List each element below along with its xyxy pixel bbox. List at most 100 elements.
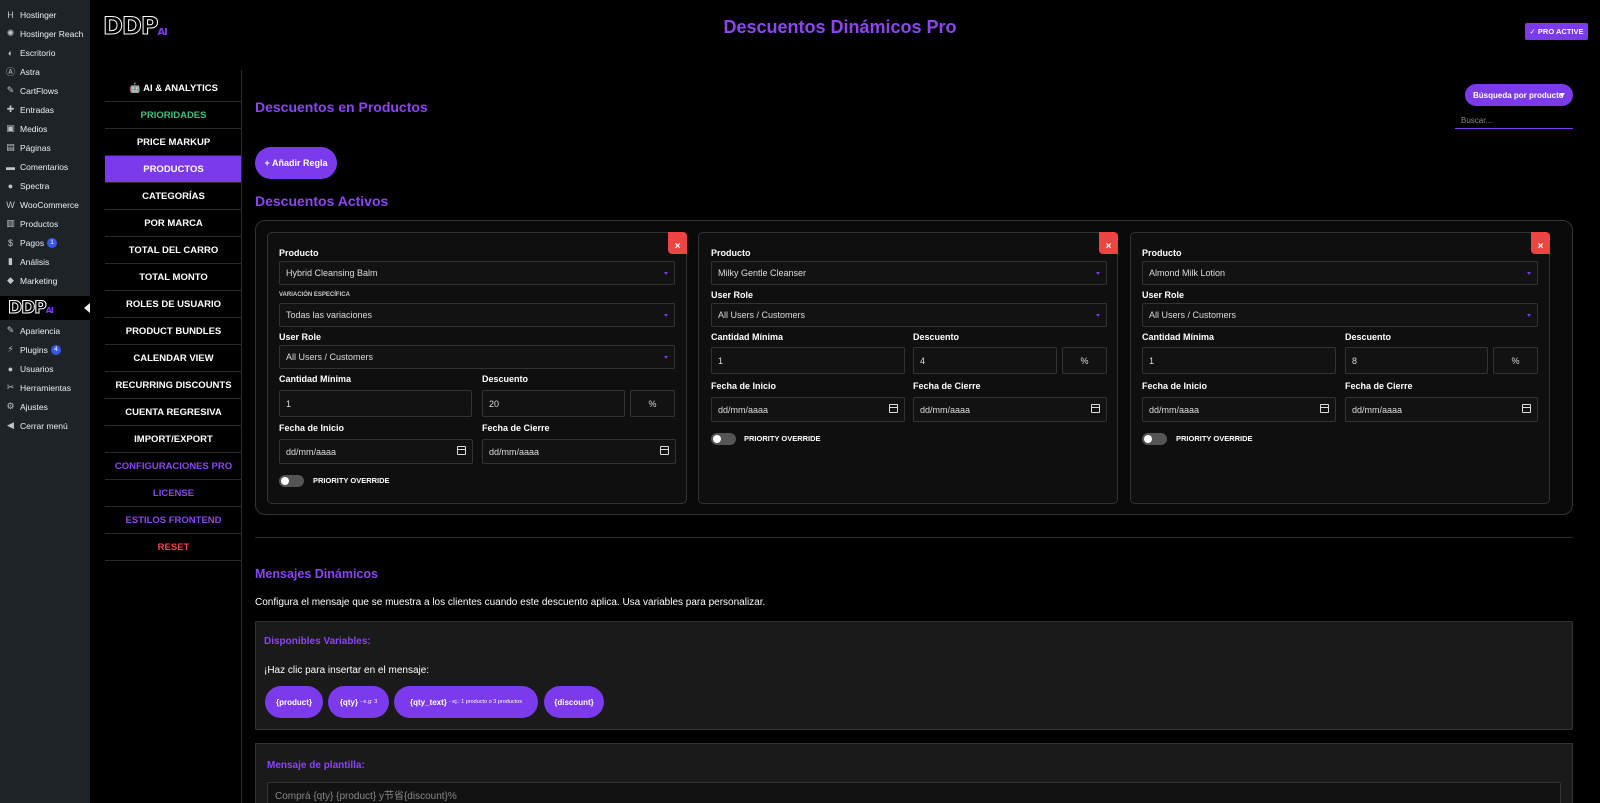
min-qty-input[interactable]: 1 [279, 390, 472, 417]
user-role-label: User Role [711, 290, 754, 300]
product-select[interactable]: Almond Milk Lotion [1142, 261, 1538, 285]
wp-menu-payments[interactable]: $ Pagos 1 [0, 233, 90, 252]
discount-unit[interactable]: % [630, 390, 675, 417]
chevron-down-icon [1527, 314, 1531, 317]
wp-menu-plugins[interactable]: ⚡ Plugins 4 [0, 340, 90, 359]
wp-menu-users[interactable]: ● Usuarios [0, 359, 90, 378]
user-role-select[interactable]: All Users / Customers [279, 345, 675, 369]
calendar-icon[interactable] [1091, 404, 1100, 413]
tools-icon: ✂ [6, 382, 15, 392]
add-rule-button[interactable]: + Añadir Regla [255, 147, 337, 179]
search-mode-select[interactable]: Búsqueda por producto [1465, 84, 1573, 106]
nav-item-cuenta-regresiva[interactable]: CUENTA REGRESIVA [105, 399, 242, 426]
discount-unit[interactable]: % [1062, 347, 1107, 374]
nav-item-prioridades[interactable]: PRIORIDADES [105, 102, 242, 129]
wp-menu-marketing[interactable]: ◆ Marketing [0, 271, 90, 290]
wp-menu-spectra[interactable]: ● Spectra [0, 176, 90, 195]
nav-item-import-export[interactable]: IMPORT/EXPORT [105, 426, 242, 453]
variable-chip-qty-text[interactable]: {qty_text} - ej.: 1 producto o 3 producto… [394, 686, 538, 718]
calendar-icon[interactable] [457, 446, 466, 455]
nav-item-total-monto[interactable]: TOTAL MONTO [105, 264, 242, 291]
chevron-down-icon [1096, 314, 1100, 317]
wp-menu-pin[interactable]: ✚ Entradas [0, 100, 90, 119]
nav-divider [241, 70, 242, 803]
priority-override-toggle[interactable] [711, 433, 736, 445]
user-role-select[interactable]: All Users / Customers [1142, 303, 1538, 327]
discount-input[interactable]: 8 [1345, 347, 1488, 374]
nav-item-product-bundles[interactable]: PRODUCT BUNDLES [105, 318, 242, 345]
remove-rule-button[interactable]: × [1531, 232, 1550, 254]
min-qty-label: Cantidad Mínima [711, 332, 784, 342]
variable-chip-product[interactable]: {product} [265, 686, 323, 718]
nav-item-categorías[interactable]: CATEGORÍAS [105, 183, 242, 210]
end-date-input[interactable]: dd/mm/aaaa [913, 397, 1107, 422]
wp-menu-dashboard[interactable]: ◐ Escritorio [0, 43, 90, 62]
search-input[interactable]: Buscar... [1455, 112, 1573, 129]
calendar-icon[interactable] [1522, 404, 1531, 413]
user-role-select[interactable]: All Users / Customers [711, 303, 1107, 327]
min-qty-input[interactable]: 1 [711, 347, 905, 374]
remove-rule-button[interactable]: × [668, 232, 687, 254]
wp-menu-label: Entradas [20, 104, 55, 115]
discount-input[interactable]: 20 [482, 390, 625, 417]
wp-menu-media[interactable]: ▣ Medios [0, 119, 90, 138]
nav-item-recurring-discounts[interactable]: RECURRING DISCOUNTS [105, 372, 242, 399]
nav-item-por-marca[interactable]: POR MARCA [105, 210, 242, 237]
wp-menu-label: CartFlows [20, 85, 59, 96]
wp-menu-cartflows[interactable]: ✎ CartFlows [0, 81, 90, 100]
start-date-input[interactable]: dd/mm/aaaa [711, 397, 905, 422]
wp-menu-label: Escritorio [20, 47, 56, 58]
discount-unit[interactable]: % [1493, 347, 1538, 374]
wp-menu-hostinger[interactable]: H Hostinger [0, 5, 90, 24]
wp-menu-ddp[interactable]: DDPAI [0, 296, 90, 320]
wp-menu-products[interactable]: ▥ Productos [0, 214, 90, 233]
nav-item-estilos-frontend[interactable]: ESTILOS FRONTEND [105, 507, 242, 534]
wp-menu-appearance[interactable]: ✎ Apariencia [0, 321, 90, 340]
analytics-icon: ▮ [8, 256, 13, 266]
wp-menu-tools[interactable]: ✂ Herramientas [0, 378, 90, 397]
wp-menu-reach[interactable]: ✺ Hostinger Reach [0, 24, 90, 43]
nav-item-reset[interactable]: RESET [105, 534, 242, 561]
start-date-input[interactable]: dd/mm/aaaa [1142, 397, 1336, 422]
template-input[interactable]: Comprá {qty} {product} y节省{discount}% [267, 782, 1561, 803]
collapse-arrow-icon[interactable] [84, 303, 90, 313]
wp-menu-astra[interactable]: Ⓐ Astra [0, 62, 90, 81]
plugin-nav: 🤖 AI & ANALYTICS PRIORIDADES PRICE MARKUP P… [105, 75, 242, 561]
wp-menu-analytics[interactable]: ▮ Análisis [0, 252, 90, 271]
wp-menu-label: Páginas [20, 142, 51, 153]
variation-select[interactable]: Todas las variaciones [279, 303, 675, 327]
nav-item-configuraciones-pro[interactable]: CONFIGURACIONES PRO [105, 453, 242, 480]
nav-item-total-del-carro[interactable]: TOTAL DEL CARRO [105, 237, 242, 264]
calendar-icon[interactable] [660, 446, 669, 455]
wp-menu-settings[interactable]: ⚙ Ajustes [0, 397, 90, 416]
variable-chip-discount[interactable]: {discount} [544, 686, 604, 718]
product-select[interactable]: Milky Gentle Cleanser [711, 261, 1107, 285]
nav-item-price-markup[interactable]: PRICE MARKUP [105, 129, 242, 156]
priority-override-toggle[interactable] [279, 475, 304, 487]
calendar-icon[interactable] [1320, 404, 1329, 413]
variable-chip-qty[interactable]: {qty} - e.g: 3 [328, 686, 389, 718]
wp-menu-label: Cerrar menú [20, 420, 68, 431]
nav-item-productos[interactable]: PRODUCTOS [105, 156, 242, 183]
wp-menu-pages[interactable]: ▤ Páginas [0, 138, 90, 157]
remove-rule-button[interactable]: × [1099, 232, 1118, 254]
nav-item-calendar-view[interactable]: CALENDAR VIEW [105, 345, 242, 372]
calendar-icon[interactable] [889, 404, 898, 413]
end-date-input[interactable]: dd/mm/aaaa [1345, 397, 1538, 422]
start-date-label: Fecha de Inicio [1142, 381, 1208, 391]
min-qty-input[interactable]: 1 [1142, 347, 1336, 374]
nav-item-license[interactable]: LICENSE [105, 480, 242, 507]
nav-item-roles-de-usuario[interactable]: ROLES DE USUARIO [105, 291, 242, 318]
discount-label: Descuento [1345, 332, 1392, 342]
wp-menu-woocommerce[interactable]: W WooCommerce [0, 195, 90, 214]
discount-input[interactable]: 4 [913, 347, 1057, 374]
wp-menu-collapse[interactable]: ◀ Cerrar menú [0, 416, 90, 435]
wp-menu-label: Spectra [20, 180, 50, 191]
wp-menu-comments[interactable]: ▬ Comentarios [0, 157, 90, 176]
end-date-input[interactable]: dd/mm/aaaa [482, 439, 676, 464]
start-date-input[interactable]: dd/mm/aaaa [279, 439, 473, 464]
reach-icon: ✺ [6, 28, 15, 38]
priority-override-toggle[interactable] [1142, 433, 1167, 445]
product-select[interactable]: Hybrid Cleansing Balm [279, 261, 675, 285]
nav-item-ai-analytics[interactable]: 🤖 AI & ANALYTICS [105, 75, 242, 102]
